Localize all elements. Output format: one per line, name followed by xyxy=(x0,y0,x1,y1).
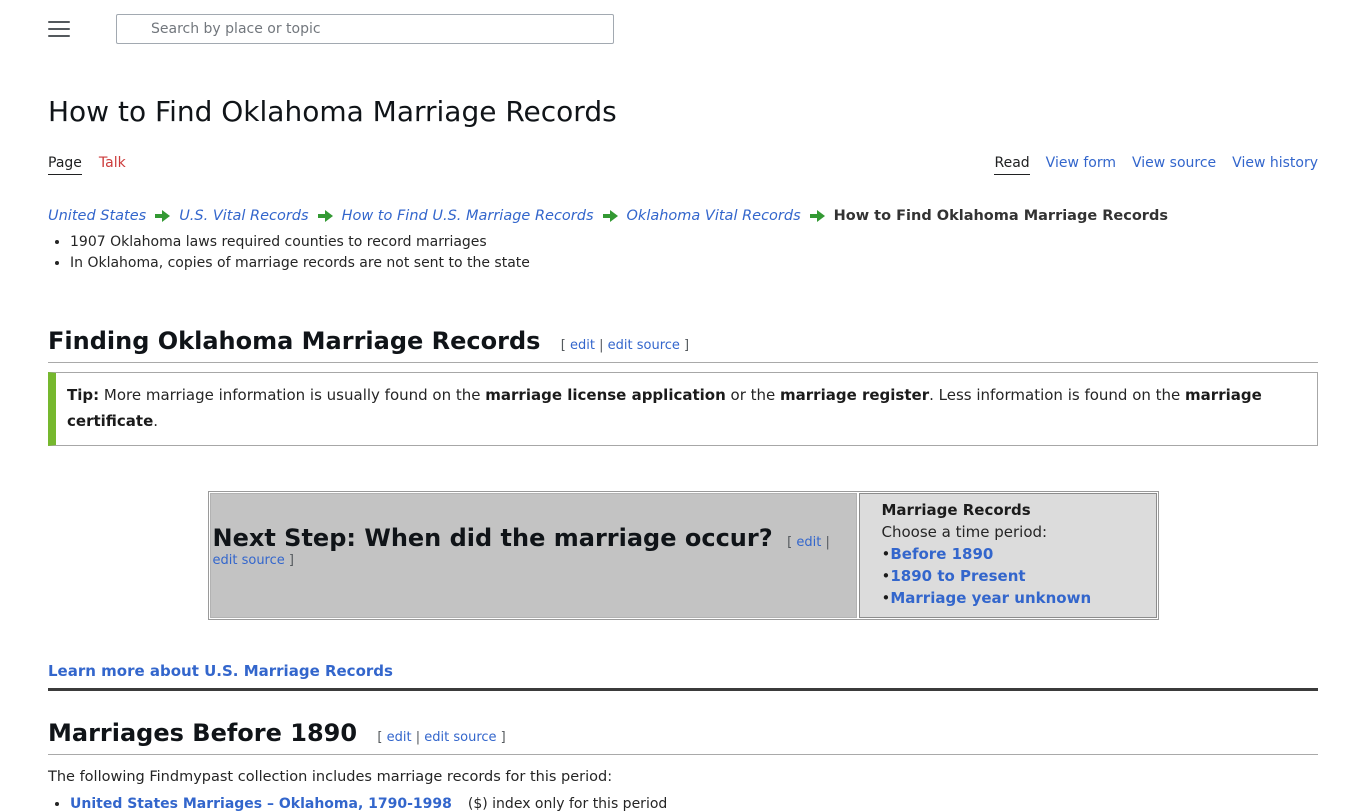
learn-more-link[interactable]: Learn more about U.S. Marriage Records xyxy=(48,662,393,680)
tab-view-history[interactable]: View history xyxy=(1232,155,1318,175)
breadcrumb-link-oklahoma-vital-records[interactable]: Oklahoma Vital Records xyxy=(627,208,801,224)
time-period-option: •Before 1890 xyxy=(882,543,1146,565)
tab-talk[interactable]: Talk xyxy=(99,155,126,175)
search-input[interactable] xyxy=(116,14,614,44)
intro-bullet-list: 1907 Oklahoma laws required counties to … xyxy=(48,234,1318,271)
arrow-right-icon xyxy=(810,210,825,222)
breadcrumb-link-us-vital-records[interactable]: U.S. Vital Records xyxy=(179,208,308,224)
link-marriage-year-unknown[interactable]: Marriage year unknown xyxy=(890,589,1091,607)
section-heading-before-1890: Marriages Before 1890 [ edit | edit sour… xyxy=(48,719,1318,755)
page-title: How to Find Oklahoma Marriage Records xyxy=(48,95,1318,128)
tab-read[interactable]: Read xyxy=(994,155,1029,175)
tab-view-source[interactable]: View source xyxy=(1132,155,1216,175)
section-divider xyxy=(48,688,1318,691)
tab-view-form[interactable]: View form xyxy=(1046,155,1116,175)
arrow-right-icon xyxy=(318,210,333,222)
marriage-records-box: Marriage Records Choose a time period: •… xyxy=(859,493,1157,618)
tip-callout: Tip: More marriage information is usuall… xyxy=(48,372,1318,446)
breadcrumb-link-united-states[interactable]: United States xyxy=(48,208,146,224)
view-tabs: Read View form View source View history xyxy=(994,155,1318,175)
top-bar xyxy=(0,0,1366,45)
box-subtitle: Choose a time period: xyxy=(882,521,1146,543)
section-heading-text: Marriages Before 1890 xyxy=(48,719,357,747)
arrow-right-icon xyxy=(603,210,618,222)
hamburger-menu-icon[interactable] xyxy=(48,21,70,37)
findmypast-intro-text: The following Findmypast collection incl… xyxy=(48,769,1318,785)
box-title: Marriage Records xyxy=(882,499,1146,521)
edit-link[interactable]: edit xyxy=(796,535,821,550)
list-item: In Oklahoma, copies of marriage records … xyxy=(70,255,1318,271)
breadcrumb: United States U.S. Vital Records How to … xyxy=(48,208,1318,224)
link-before-1890[interactable]: Before 1890 xyxy=(890,545,993,563)
section-heading-finding: Finding Oklahoma Marriage Records [ edit… xyxy=(48,327,1318,363)
time-period-option: •Marriage year unknown xyxy=(882,587,1146,609)
tip-label: Tip: xyxy=(67,386,99,404)
edit-link[interactable]: edit xyxy=(387,730,412,745)
breadcrumb-current-page: How to Find Oklahoma Marriage Records xyxy=(834,208,1168,224)
collection-link[interactable]: United States Marriages – Oklahoma, 1790… xyxy=(70,796,452,812)
section-heading-text: Finding Oklahoma Marriage Records xyxy=(48,327,540,355)
next-step-heading: Next Step: When did the marriage occur? xyxy=(213,524,773,552)
edit-link[interactable]: edit xyxy=(570,338,595,353)
tab-page[interactable]: Page xyxy=(48,155,82,175)
next-step-table: Next Step: When did the marriage occur? … xyxy=(208,491,1159,620)
namespace-tabs: Page Talk xyxy=(48,155,126,175)
edit-source-link[interactable]: edit source xyxy=(424,730,496,745)
page-content: How to Find Oklahoma Marriage Records Pa… xyxy=(48,95,1318,812)
edit-links: [ edit | edit source ] xyxy=(377,730,505,745)
edit-source-link[interactable]: edit source xyxy=(608,338,680,353)
edit-links: [ edit | edit source ] xyxy=(561,338,689,353)
edit-source-link[interactable]: edit source xyxy=(213,553,285,568)
arrow-right-icon xyxy=(155,210,170,222)
list-item: 1907 Oklahoma laws required counties to … xyxy=(70,234,1318,250)
list-item: United States Marriages – Oklahoma, 1790… xyxy=(70,796,1318,812)
collection-note: ($) index only for this period xyxy=(468,796,667,812)
breadcrumb-link-us-marriage-records[interactable]: How to Find U.S. Marriage Records xyxy=(342,208,594,224)
tabs-row: Page Talk Read View form View source Vie… xyxy=(48,155,1318,175)
link-1890-to-present[interactable]: 1890 to Present xyxy=(890,567,1025,585)
next-step-header-cell: Next Step: When did the marriage occur? … xyxy=(210,493,857,618)
records-bullet-list: United States Marriages – Oklahoma, 1790… xyxy=(48,796,1318,812)
time-period-option: •1890 to Present xyxy=(882,565,1146,587)
next-step-section: Next Step: When did the marriage occur? … xyxy=(48,491,1318,620)
